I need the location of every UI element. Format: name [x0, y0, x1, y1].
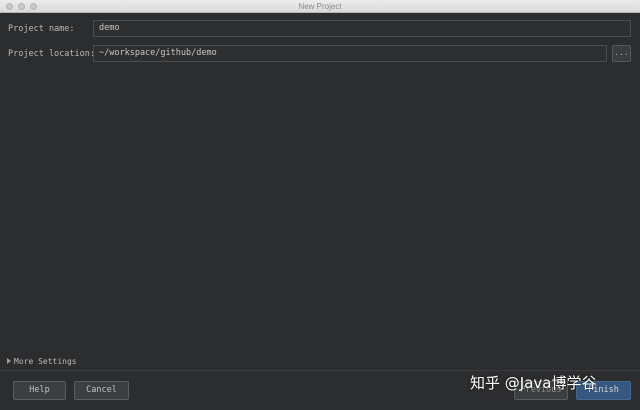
more-settings-label: More Settings [14, 357, 77, 366]
previous-button[interactable]: Previous [514, 381, 568, 400]
finish-button[interactable]: Finish [576, 381, 631, 400]
project-name-field[interactable]: demo [93, 20, 631, 37]
more-settings-toggle[interactable]: More Settings [7, 357, 77, 366]
title-bar: New Project [0, 0, 640, 13]
project-location-label: Project location: [8, 49, 95, 59]
window-title: New Project [298, 2, 342, 11]
browse-button[interactable]: ... [612, 45, 631, 62]
cancel-button[interactable]: Cancel [74, 381, 129, 400]
expand-arrow-icon [7, 358, 11, 364]
project-name-label: Project name: [8, 24, 75, 34]
help-button[interactable]: Help [13, 381, 66, 400]
project-location-field[interactable]: ~/workspace/github/demo [93, 45, 607, 62]
new-project-dialog: New Project Project name: demo Project l… [0, 0, 640, 410]
footer-separator [0, 370, 640, 371]
